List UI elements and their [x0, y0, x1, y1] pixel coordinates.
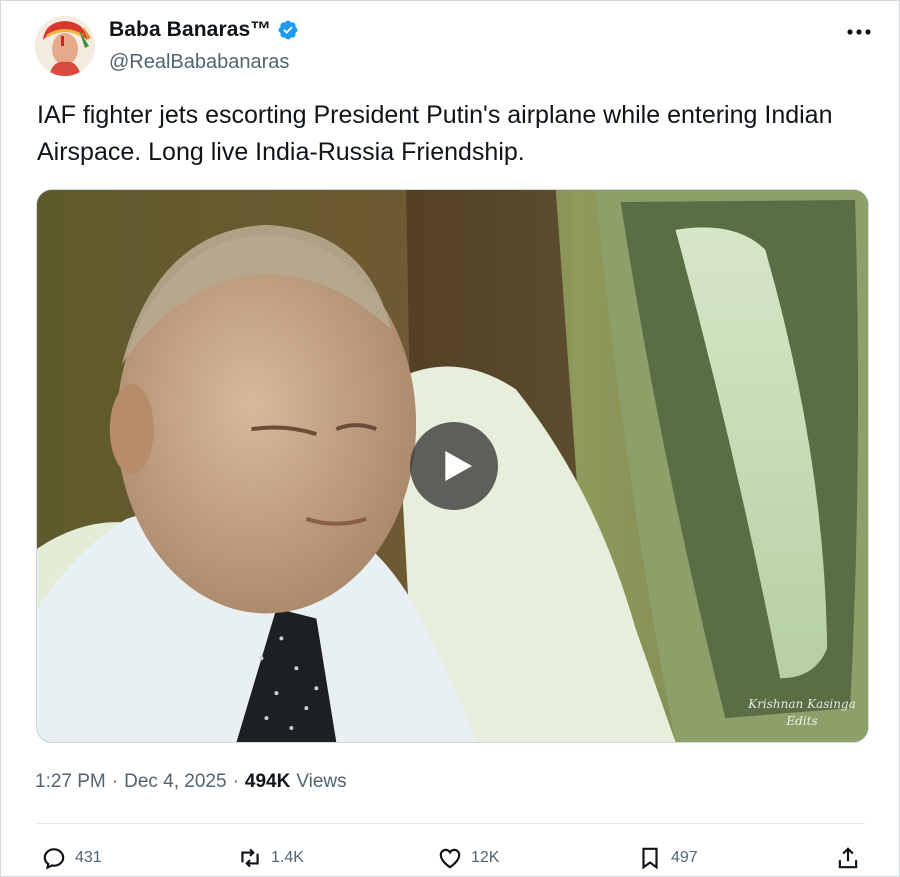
tweet-date[interactable]: Dec 4, 2025 — [124, 771, 226, 793]
repost-icon — [241, 848, 259, 868]
tweet-time[interactable]: 1:27 PM — [35, 771, 106, 793]
avatar-image — [35, 16, 95, 76]
meta-separator: · — [232, 771, 239, 792]
reply-button[interactable]: 431 — [41, 845, 102, 871]
tweet-text: IAF fighter jets escorting President Put… — [37, 97, 877, 171]
reply-icon — [43, 848, 65, 870]
like-icon — [439, 848, 461, 869]
like-count: 12K — [471, 849, 500, 866]
more-icon[interactable] — [841, 19, 877, 45]
share-icon — [838, 847, 858, 869]
repost-count: 1.4K — [271, 849, 304, 866]
views-label: Views — [296, 771, 347, 792]
action-bar: 431 1.4K 12K 497 — [1, 839, 900, 877]
author-name-row: Baba Banaras™ — [109, 18, 299, 42]
meta-separator: · — [111, 771, 119, 792]
verified-badge-icon — [278, 20, 298, 40]
tweet-text-line: Airspace. Long live India-Russia Friends… — [37, 138, 525, 166]
video-watermark: Krishnan Kasinga Edits — [740, 696, 864, 730]
views-count: 494K — [244, 771, 291, 792]
play-button[interactable] — [410, 422, 498, 510]
video-player[interactable]: Krishnan Kasinga Edits — [36, 189, 869, 743]
tweet-meta: 1:27 PM · Dec 4, 2025 · 494K Views — [35, 771, 347, 793]
watermark-line: Krishnan Kasinga — [748, 697, 856, 711]
profile-avatar[interactable] — [35, 16, 95, 76]
reply-count: 431 — [75, 849, 102, 866]
bookmark-button[interactable]: 497 — [637, 845, 698, 871]
divider — [35, 823, 865, 824]
share-button[interactable] — [835, 845, 861, 871]
bookmark-count: 497 — [671, 849, 698, 866]
tweet-text-line: IAF fighter jets escorting President Put… — [37, 101, 833, 129]
repost-button[interactable]: 1.4K — [237, 845, 304, 871]
author-handle[interactable]: @RealBababanaras — [109, 51, 289, 74]
bookmark-icon — [642, 847, 658, 870]
author-display-name[interactable]: Baba Banaras™ — [109, 18, 271, 42]
ellipsis-icon — [847, 29, 871, 35]
like-button[interactable]: 12K — [437, 845, 499, 871]
play-icon — [445, 451, 472, 481]
watermark-line: Edits — [786, 714, 818, 728]
tweet-card: Baba Banaras™ @RealBababanaras IAF fight… — [0, 0, 900, 877]
